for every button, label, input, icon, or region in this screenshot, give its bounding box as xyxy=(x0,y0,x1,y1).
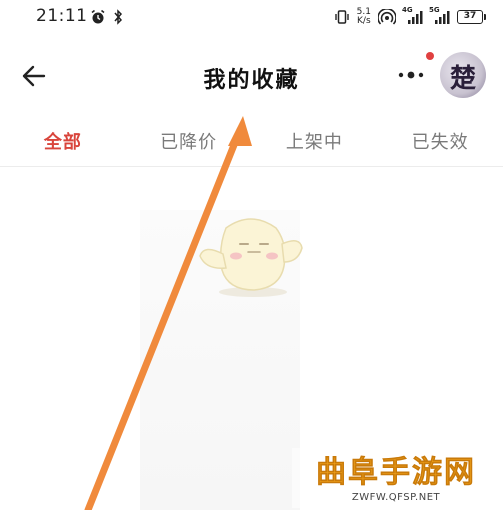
watermark-logo: 曲阜手游网 xyxy=(316,455,476,488)
tabs-divider xyxy=(0,166,503,167)
status-bar: 21:11 5.1 K/s 4G 5G 37 xyxy=(0,0,503,36)
vibrate-icon xyxy=(334,10,349,24)
avatar-glyph: 楚 xyxy=(449,64,476,94)
watermark-url: ZWFW.QFSP.NET xyxy=(351,492,441,503)
net-speed: 5.1 K/s xyxy=(357,8,371,26)
hotspot-icon xyxy=(378,9,396,25)
battery-icon: 37 xyxy=(457,10,486,24)
notification-dot xyxy=(426,52,434,60)
tab-on-shelf[interactable]: 上架中 xyxy=(252,118,378,162)
more-options-icon[interactable] xyxy=(396,68,428,82)
tab-price-dropped[interactable]: 已降价 xyxy=(126,118,252,162)
avatar[interactable]: 楚 xyxy=(440,52,486,98)
status-left-icons xyxy=(90,9,124,25)
svg-text:曲阜手游网: 曲阜手游网 xyxy=(316,455,476,488)
alarm-clock-icon xyxy=(91,9,105,24)
signal-1: 4G xyxy=(402,6,423,25)
battery-level: 37 xyxy=(463,11,477,21)
tab-expired[interactable]: 已失效 xyxy=(377,118,503,162)
title-bar: 我的收藏 楚 xyxy=(0,44,503,106)
net-speed-unit: K/s xyxy=(357,16,371,26)
status-right-icons: 5.1 K/s 4G 5G 37 xyxy=(334,6,486,28)
tab-all[interactable]: 全部 xyxy=(0,118,126,162)
status-time: 21:11 xyxy=(36,6,88,26)
site-watermark: 曲阜手游网 ZWFW.QFSP.NET xyxy=(292,448,500,508)
filter-tabs: 全部 已降价 上架中 已失效 xyxy=(0,118,503,162)
signal-2-label: 5G xyxy=(429,6,440,14)
signal-2: 5G xyxy=(429,6,450,25)
empty-mascot-illustration xyxy=(199,218,303,297)
signal-1-label: 4G xyxy=(402,6,413,14)
bluetooth-icon xyxy=(114,9,123,25)
